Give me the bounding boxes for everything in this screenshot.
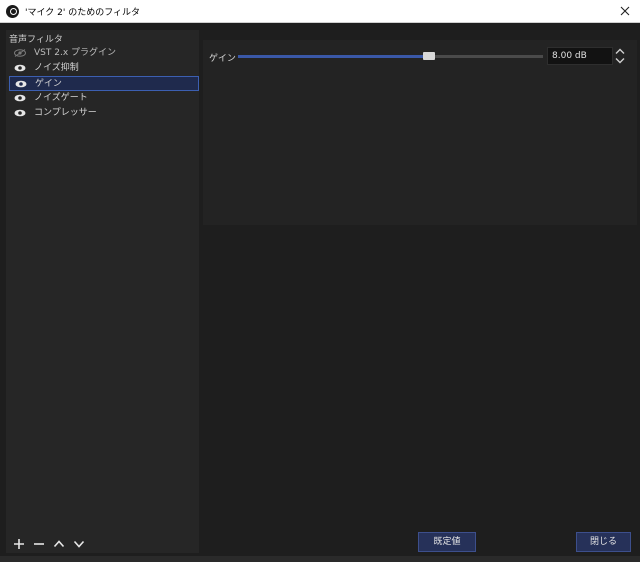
eye-icon[interactable] bbox=[14, 109, 26, 117]
window-title: 'マイク 2' のためのフィルタ bbox=[25, 8, 141, 18]
move-up-button[interactable] bbox=[51, 537, 67, 551]
gain-label: ゲイン bbox=[209, 54, 236, 64]
close-window-button[interactable] bbox=[610, 0, 640, 23]
add-icon bbox=[14, 539, 24, 549]
filter-properties-panel: ゲイン 8.00 dB bbox=[203, 40, 637, 225]
eye-hidden-icon[interactable] bbox=[14, 49, 26, 57]
close-icon bbox=[620, 6, 630, 16]
filter-item-label: ノイズゲート bbox=[34, 93, 88, 103]
bottom-strip bbox=[0, 556, 640, 562]
gain-slider[interactable] bbox=[238, 52, 543, 60]
filter-item-gain[interactable]: ゲイン bbox=[9, 76, 199, 91]
move-up-icon bbox=[53, 540, 65, 548]
filter-item-vst[interactable]: VST 2.x プラグイン bbox=[9, 46, 199, 61]
filter-item-noise-gate[interactable]: ノイズゲート bbox=[9, 91, 199, 106]
gain-slider-handle[interactable] bbox=[422, 52, 435, 60]
remove-icon bbox=[34, 543, 44, 545]
filter-item-label: コンプレッサー bbox=[34, 108, 97, 118]
move-down-icon bbox=[73, 540, 85, 548]
gain-value-input[interactable]: 8.00 dB bbox=[547, 47, 613, 65]
add-filter-button[interactable] bbox=[11, 537, 27, 551]
filter-list: VST 2.x プラグイン ノイズ抑制 ゲイン ノイズゲート コンプレッサー bbox=[9, 46, 199, 121]
obs-app-icon bbox=[6, 5, 19, 18]
gain-slider-fill bbox=[238, 55, 429, 58]
filter-list-panel: 音声フィルタ VST 2.x プラグイン ノイズ抑制 ゲイン ノイズゲート コン… bbox=[6, 30, 199, 553]
filter-item-noise-suppression[interactable]: ノイズ抑制 bbox=[9, 61, 199, 76]
filter-item-label: VST 2.x プラグイン bbox=[34, 48, 117, 58]
filter-item-label: ゲイン bbox=[35, 79, 62, 89]
eye-icon[interactable] bbox=[14, 64, 26, 72]
eye-icon[interactable] bbox=[14, 94, 26, 102]
move-down-button[interactable] bbox=[71, 537, 87, 551]
filter-item-label: ノイズ抑制 bbox=[34, 63, 79, 73]
title-bar: 'マイク 2' のためのフィルタ bbox=[0, 0, 640, 23]
filter-item-compressor[interactable]: コンプレッサー bbox=[9, 106, 199, 121]
audio-filters-label: 音声フィルタ bbox=[9, 35, 63, 45]
spin-arrows-icon[interactable] bbox=[613, 47, 627, 65]
defaults-button[interactable]: 既定値 bbox=[418, 532, 476, 552]
eye-icon[interactable] bbox=[15, 80, 27, 88]
close-button[interactable]: 閉じる bbox=[576, 532, 631, 552]
filter-list-toolbar bbox=[11, 537, 87, 551]
remove-filter-button[interactable] bbox=[31, 537, 47, 551]
